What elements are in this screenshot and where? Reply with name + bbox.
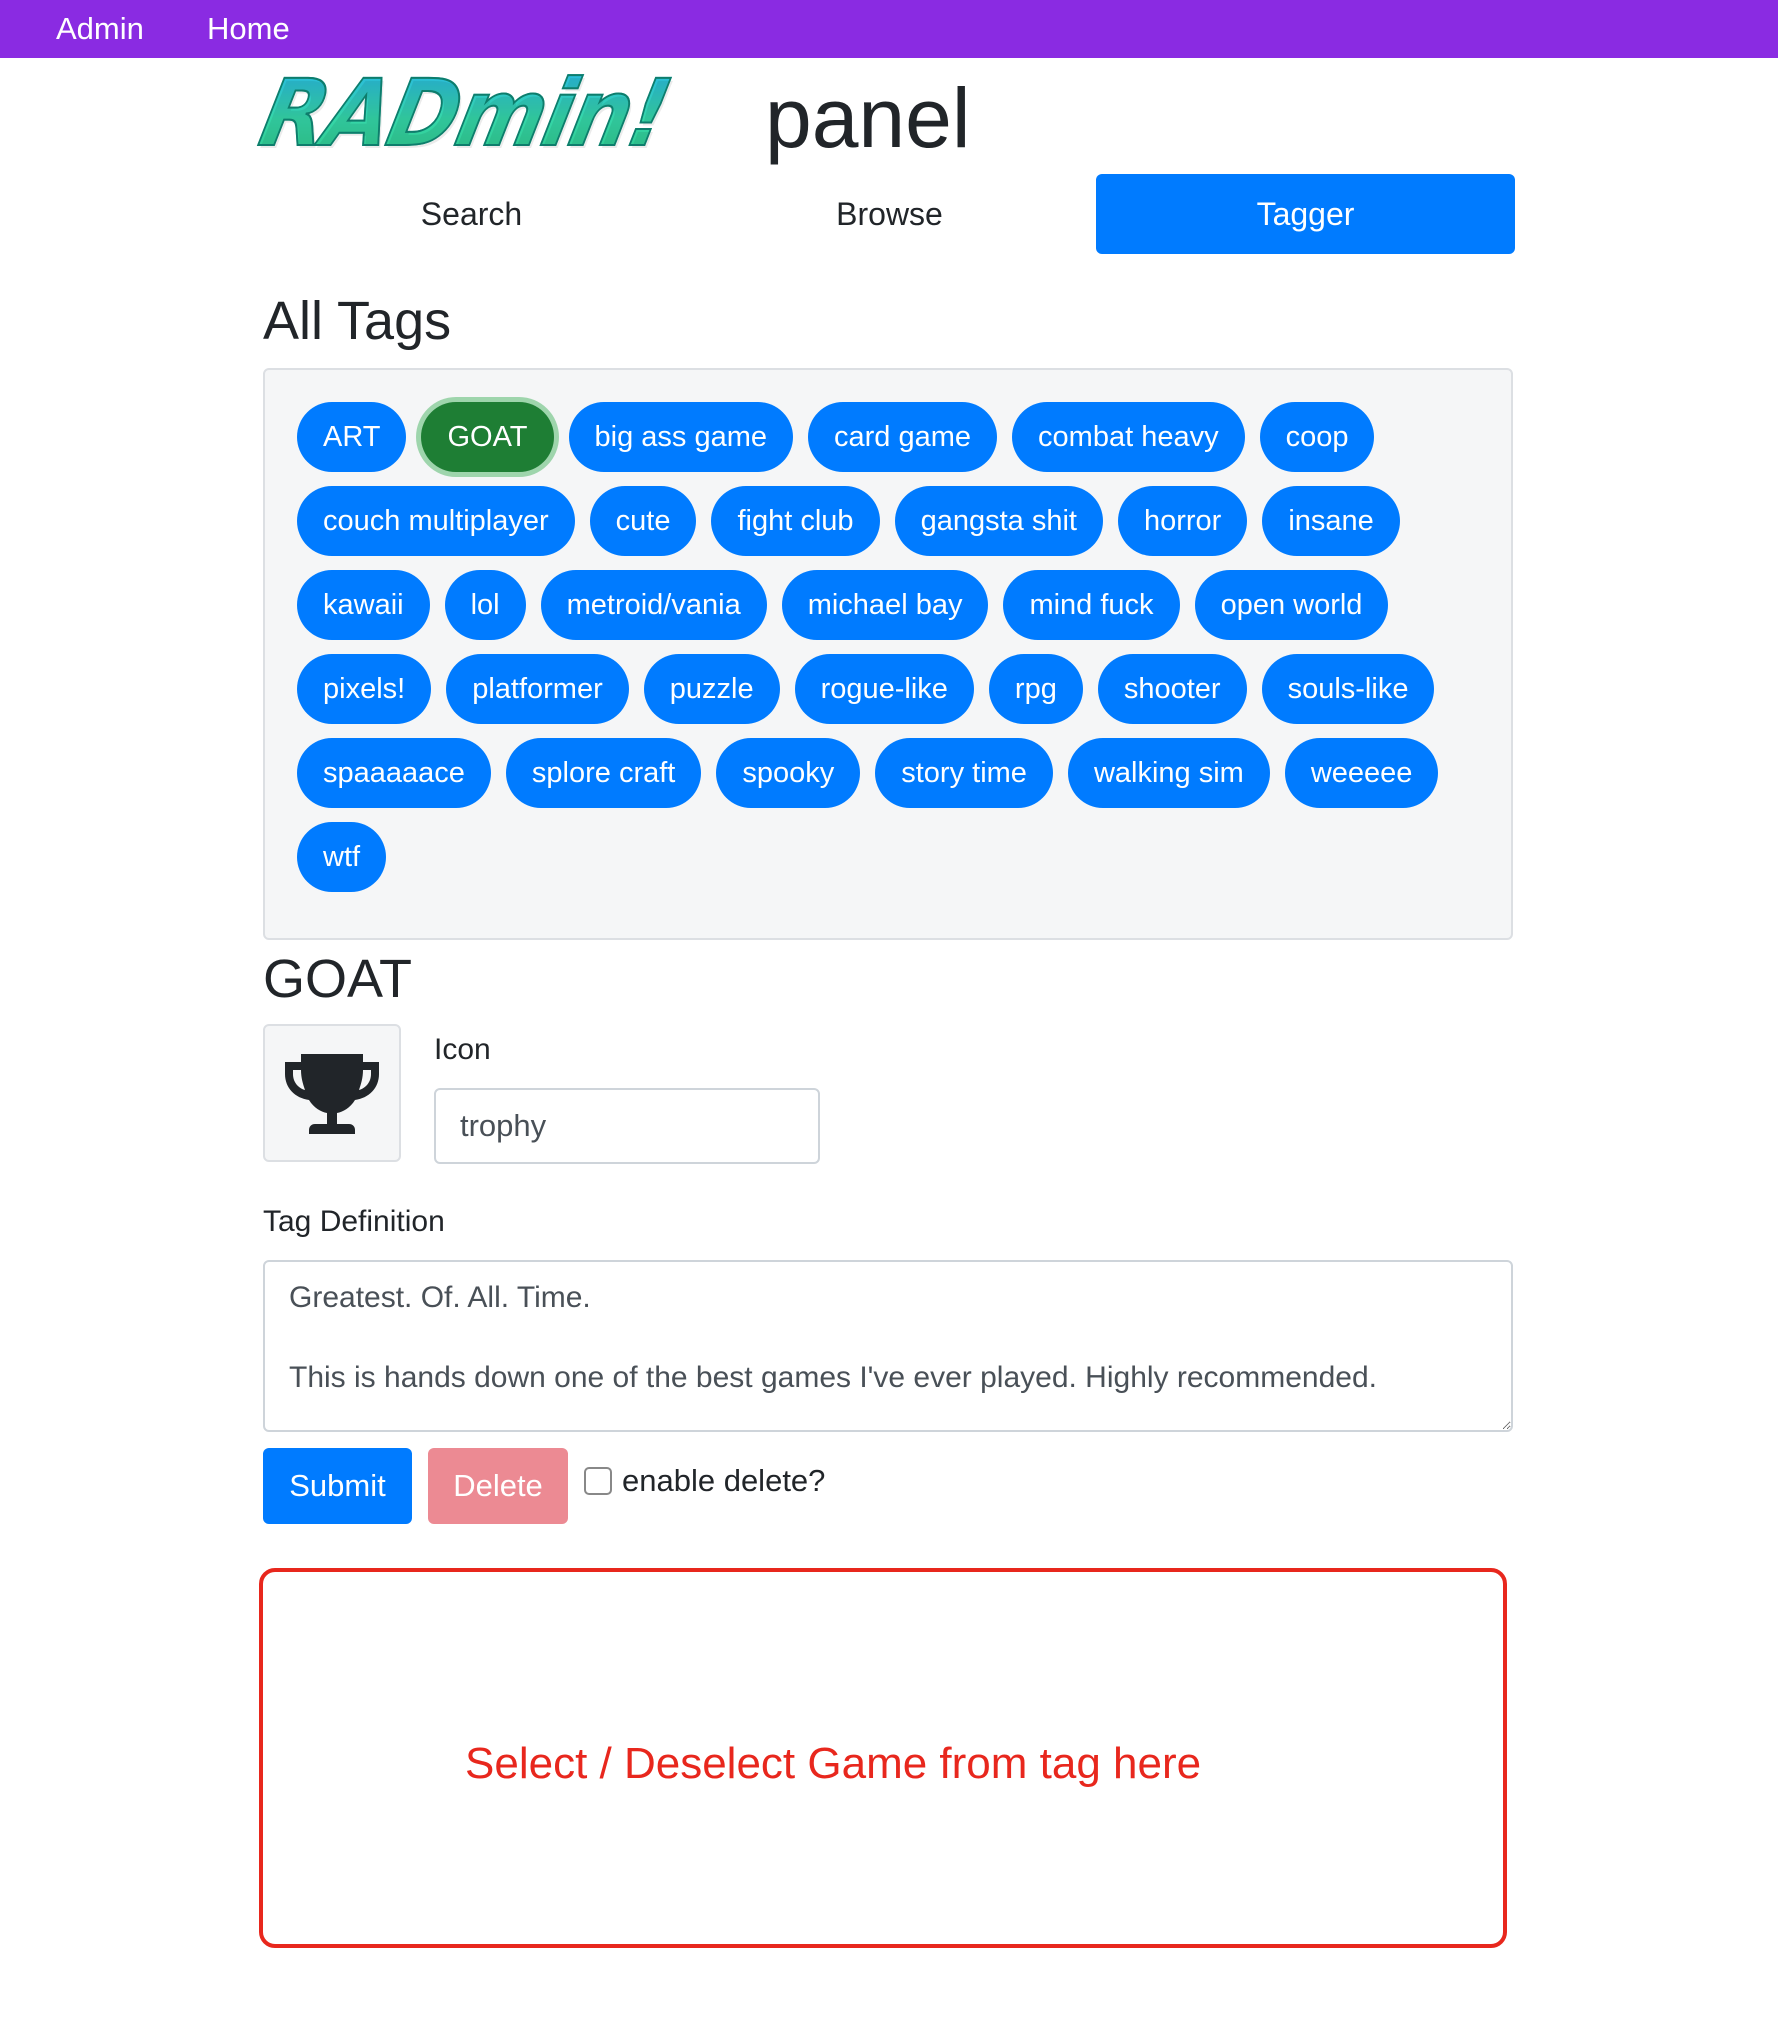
tag-pill[interactable]: shooter xyxy=(1097,654,1247,724)
logo-suffix: panel xyxy=(765,71,971,165)
tab-browse[interactable]: Browse xyxy=(681,174,1098,254)
selected-tag-title: GOAT xyxy=(263,949,413,1009)
tag-list-panel: ART GOAT big ass game card game combat heavy… xyxy=(263,368,1513,940)
tag-pill[interactable]: wtf xyxy=(297,822,387,892)
tag-list: ART GOAT big ass game card game combat heavy… xyxy=(297,402,1477,892)
game-selector-area[interactable]: Select / Deselect Game from tag here xyxy=(259,1568,1507,1948)
game-selector-placeholder: Select / Deselect Game from tag here xyxy=(465,1739,1202,1788)
tag-pill[interactable]: coop xyxy=(1259,402,1375,472)
tag-pill[interactable]: rpg xyxy=(988,654,1083,724)
tag-pill[interactable]: metroid/vania xyxy=(540,570,767,640)
tag-definition-textarea[interactable] xyxy=(263,1260,1513,1432)
tag-pill[interactable]: lol xyxy=(444,570,526,640)
tag-pill[interactable]: rogue-like xyxy=(794,654,974,724)
tag-pill[interactable]: gangsta shit xyxy=(894,486,1103,556)
tag-pill[interactable]: kawaii xyxy=(297,570,430,640)
tag-pill[interactable]: horror xyxy=(1117,486,1248,556)
tag-pill[interactable]: platformer xyxy=(446,654,629,724)
tag-pill[interactable]: ART xyxy=(297,402,407,472)
icon-label: Icon xyxy=(434,1033,491,1066)
tag-pill[interactable]: card game xyxy=(808,402,998,472)
logo-wordmark: RADmin! xyxy=(251,59,680,168)
tag-definition-label: Tag Definition xyxy=(263,1205,445,1238)
tag-pill[interactable]: big ass game xyxy=(568,402,794,472)
icon-input[interactable] xyxy=(434,1088,820,1164)
nav-admin-link[interactable]: Admin xyxy=(56,0,144,58)
tab-search[interactable]: Search xyxy=(263,174,680,254)
tag-pill[interactable]: puzzle xyxy=(643,654,780,724)
tag-pill[interactable]: spooky xyxy=(716,738,861,808)
main-tabs: Search Browse Tagger xyxy=(263,174,1515,254)
tag-pill[interactable]: pixels! xyxy=(297,654,432,724)
submit-button[interactable]: Submit xyxy=(263,1448,412,1524)
tag-pill[interactable]: splore craft xyxy=(505,738,702,808)
tag-pill[interactable]: insane xyxy=(1262,486,1400,556)
tag-pill[interactable]: weeeee xyxy=(1284,738,1439,808)
icon-preview xyxy=(263,1024,401,1162)
all-tags-heading: All Tags xyxy=(263,291,452,351)
enable-delete-label[interactable]: enable delete? xyxy=(622,1460,825,1502)
tab-tagger[interactable]: Tagger xyxy=(1096,174,1515,254)
enable-delete-checkbox[interactable] xyxy=(584,1467,612,1495)
page: Admin Home RADmin! panel Search Browse T… xyxy=(0,0,1778,2024)
top-navbar: Admin Home xyxy=(0,0,1778,58)
trophy-icon xyxy=(285,1054,379,1134)
tag-pill[interactable]: mind fuck xyxy=(1003,570,1180,640)
tag-pill[interactable]: open world xyxy=(1194,570,1389,640)
tag-pill[interactable]: GOAT xyxy=(421,402,554,472)
tag-pill[interactable]: cute xyxy=(589,486,697,556)
nav-home-link[interactable]: Home xyxy=(207,0,290,58)
app-logo: RADmin! panel xyxy=(251,59,1023,168)
tag-pill[interactable]: story time xyxy=(875,738,1053,808)
tag-pill[interactable]: couch multiplayer xyxy=(297,486,575,556)
tag-pill[interactable]: fight club xyxy=(711,486,880,556)
tag-pill[interactable]: combat heavy xyxy=(1012,402,1245,472)
delete-button: Delete xyxy=(428,1448,568,1524)
tag-pill[interactable]: spaaaaace xyxy=(297,738,491,808)
tag-pill[interactable]: michael bay xyxy=(781,570,989,640)
tag-pill[interactable]: souls-like xyxy=(1261,654,1435,724)
tag-pill[interactable]: walking sim xyxy=(1067,738,1270,808)
